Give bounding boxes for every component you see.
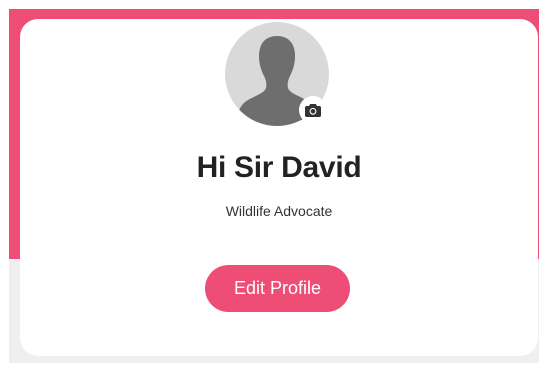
profile-card: Hi Sir David Wildlife Advocate Edit Prof… bbox=[20, 19, 538, 356]
change-photo-button[interactable] bbox=[299, 96, 327, 124]
profile-screen: Hi Sir David Wildlife Advocate Edit Prof… bbox=[0, 0, 539, 372]
profile-subtitle: Wildlife Advocate bbox=[225, 203, 333, 219]
camera-icon bbox=[305, 104, 321, 117]
edit-profile-button[interactable]: Edit Profile bbox=[205, 265, 350, 312]
greeting-title: Hi Sir David bbox=[196, 151, 362, 184]
